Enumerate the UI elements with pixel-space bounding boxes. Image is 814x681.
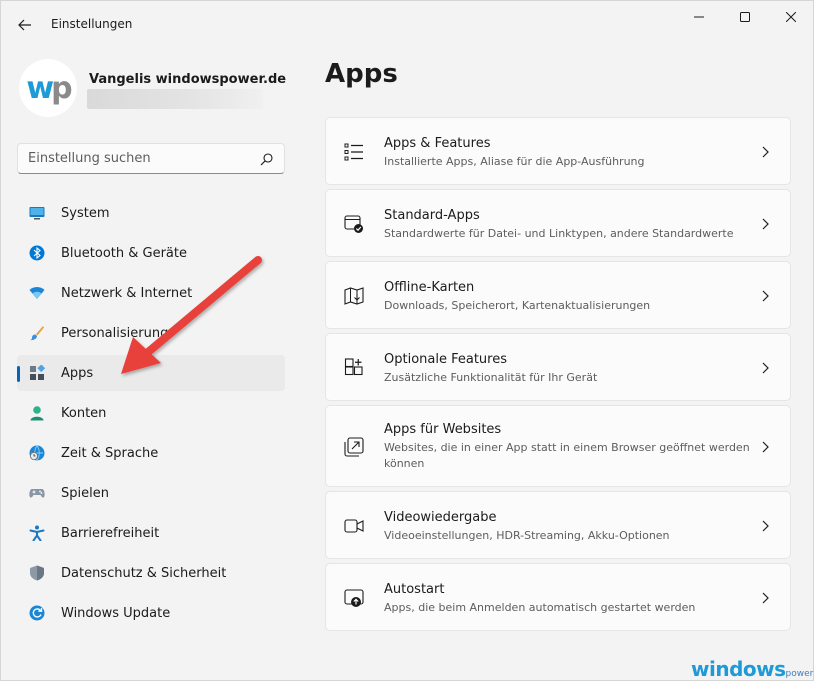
card-title: Autostart (384, 582, 445, 597)
card-description: Installierte Apps, Aliase für die App-Au… (384, 155, 645, 168)
sidebar-item-accessibility[interactable]: Barrierefreiheit (17, 515, 285, 551)
search-icon[interactable] (260, 152, 274, 166)
sidebar-item-apps[interactable]: Apps (17, 355, 285, 391)
card-offline-maps[interactable]: Offline-Karten Downloads, Speicherort, K… (325, 261, 791, 329)
maximize-button[interactable] (722, 1, 768, 33)
sidebar-item-label: Zeit & Sprache (61, 445, 159, 461)
minimize-icon (694, 16, 704, 18)
title-bar: Einstellungen (1, 1, 813, 49)
card-apps-features[interactable]: Apps & Features Installierte Apps, Alias… (325, 117, 791, 185)
sidebar-item-time-language[interactable]: Zeit & Sprache (17, 435, 285, 471)
sidebar-item-label: Datenschutz & Sicherheit (61, 565, 227, 581)
user-name: Vangelis windowspower.de (89, 72, 287, 87)
card-description: Videoeinstellungen, HDR-Streaming, Akku-… (384, 529, 670, 542)
close-button[interactable] (768, 1, 814, 33)
chevron-right-icon (762, 362, 769, 374)
wifi-icon (29, 287, 45, 299)
sidebar-item-label: Windows Update (61, 605, 171, 621)
startup-icon (344, 589, 364, 607)
person-icon (30, 406, 44, 421)
sidebar-nav: System Bluetooth & Geräte Netzwerk & Int… (17, 195, 285, 635)
sidebar-item-label: Personalisierung (61, 325, 169, 341)
accessibility-icon (29, 525, 45, 541)
card-title: Standard-Apps (384, 208, 480, 223)
map-icon (344, 287, 364, 305)
shield-icon (30, 565, 44, 581)
avatar-logo: wp (26, 70, 72, 106)
back-arrow-icon (18, 19, 31, 31)
card-apps-for-websites[interactable]: Apps für Websites Websites, die in einer… (325, 405, 791, 487)
sidebar-item-label: Spielen (61, 485, 109, 501)
open-in-app-icon (344, 437, 364, 457)
sidebar-item-gaming[interactable]: Spielen (17, 475, 285, 511)
sidebar-item-system[interactable]: System (17, 195, 285, 231)
maximize-icon (740, 12, 750, 22)
chevron-right-icon (762, 520, 769, 532)
card-description: Websites, die in einer App statt in eine… (384, 441, 750, 470)
sidebar-item-personalization[interactable]: Personalisierung (17, 315, 285, 351)
gamepad-icon (29, 489, 45, 498)
bluetooth-icon (29, 245, 45, 261)
sidebar-item-label: System (61, 205, 110, 221)
apps-icon (30, 365, 45, 380)
video-icon (344, 519, 364, 533)
card-description: Downloads, Speicherort, Kartenaktualisie… (384, 299, 651, 312)
chevron-right-icon (762, 441, 769, 453)
settings-window: Einstellungen wp Vangelis windowspower.d… (0, 0, 814, 681)
close-icon (786, 12, 796, 22)
globe-clock-icon (29, 445, 45, 461)
brush-icon (30, 326, 44, 341)
minimize-button[interactable] (676, 1, 722, 33)
sidebar-item-label: Bluetooth & Geräte (61, 245, 187, 261)
card-description: Apps, die beim Anmelden automatisch gest… (384, 601, 696, 614)
chevron-right-icon (762, 218, 769, 230)
sidebar-item-bluetooth[interactable]: Bluetooth & Geräte (17, 235, 285, 271)
sidebar-item-label: Barrierefreiheit (61, 525, 160, 541)
default-apps-icon (344, 215, 363, 233)
search-input[interactable] (28, 151, 248, 166)
window-title: Einstellungen (51, 17, 133, 31)
sidebar-item-network[interactable]: Netzwerk & Internet (17, 275, 285, 311)
chevron-right-icon (762, 592, 769, 604)
sidebar-item-label: Konten (61, 405, 107, 421)
card-startup[interactable]: Autostart Apps, die beim Anmelden automa… (325, 563, 791, 631)
card-description: Zusätzliche Funktionalität für Ihr Gerät (384, 371, 598, 384)
card-title: Apps & Features (384, 136, 491, 151)
update-icon (29, 605, 45, 621)
avatar[interactable]: wp (19, 59, 77, 117)
card-default-apps[interactable]: Standard-Apps Standardwerte für Datei- u… (325, 189, 791, 257)
optional-features-icon (344, 358, 363, 376)
sidebar-item-accounts[interactable]: Konten (17, 395, 285, 431)
sidebar-item-windows-update[interactable]: Windows Update (17, 595, 285, 631)
card-title: Apps für Websites (384, 422, 502, 437)
monitor-icon (29, 207, 45, 220)
page-title: Apps (325, 59, 398, 89)
list-icon (344, 143, 363, 161)
chevron-right-icon (762, 290, 769, 302)
card-video-playback[interactable]: Videowiedergabe Videoeinstellungen, HDR-… (325, 491, 791, 559)
card-title: Optionale Features (384, 352, 507, 367)
sidebar-item-privacy-security[interactable]: Datenschutz & Sicherheit (17, 555, 285, 591)
sidebar-item-label: Netzwerk & Internet (61, 285, 193, 301)
card-title: Videowiedergabe (384, 510, 497, 525)
card-title: Offline-Karten (384, 280, 475, 295)
search-box[interactable] (17, 143, 285, 174)
settings-card-list: Apps & Features Installierte Apps, Alias… (325, 117, 791, 635)
user-email-redacted (87, 89, 263, 109)
windowspower-watermark: windowspower (691, 657, 814, 681)
card-description: Standardwerte für Datei- und Linktypen, … (384, 227, 734, 240)
card-optional-features[interactable]: Optionale Features Zusätzliche Funktiona… (325, 333, 791, 401)
back-button[interactable] (11, 13, 39, 37)
chevron-right-icon (762, 146, 769, 158)
sidebar-item-label: Apps (61, 365, 94, 381)
